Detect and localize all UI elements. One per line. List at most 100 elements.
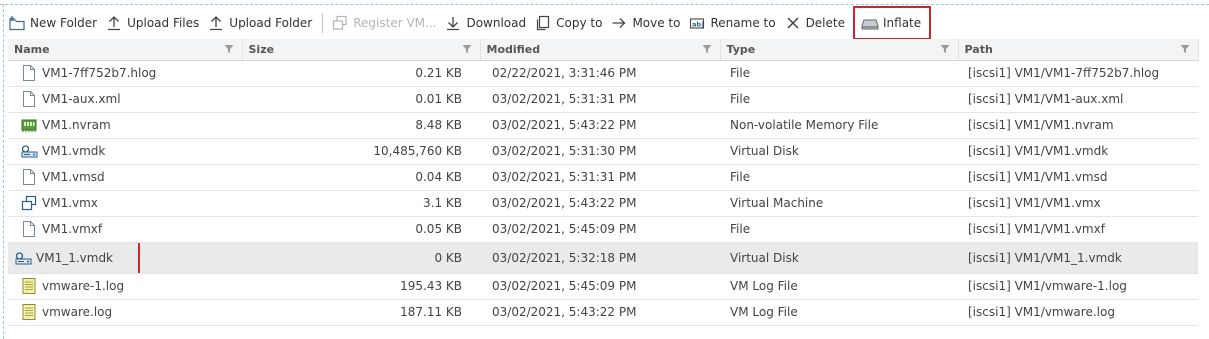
file-name-cell[interactable]: VM1.nvram xyxy=(14,116,236,134)
file-icon xyxy=(20,90,38,108)
cell-path: [iscsi1] VM1/VM1.vmsd xyxy=(958,164,1198,191)
file-name: vmware.log xyxy=(42,305,113,319)
column-header-label: Size xyxy=(248,42,275,56)
inflate-label: Inflate xyxy=(883,16,922,30)
cell-name[interactable]: VM1.vmsd xyxy=(8,164,242,191)
file-name-cell[interactable]: vmware-1.log xyxy=(14,277,236,295)
file-name: VM1-aux.xml xyxy=(42,92,121,106)
new-folder-button[interactable]: New Folder xyxy=(6,10,103,36)
cell-modified: 03/02/2021, 5:45:09 PM xyxy=(480,216,720,243)
cell-path: [iscsi1] VM1/VM1.vmdk xyxy=(958,138,1198,165)
register-vm-icon xyxy=(331,14,349,32)
cell-name[interactable]: VM1-aux.xml xyxy=(8,86,242,113)
column-header-label: Type xyxy=(726,42,756,56)
column-header-type[interactable]: Type xyxy=(720,39,959,61)
copy-to-label: Copy to xyxy=(556,16,603,30)
filter-icon[interactable] xyxy=(224,44,234,54)
move-to-label: Move to xyxy=(632,16,681,30)
filter-icon[interactable] xyxy=(1180,44,1190,54)
svg-text:ab|: ab| xyxy=(692,21,703,30)
file-name: VM1.vmx xyxy=(42,196,98,210)
file-name-cell[interactable]: VM1-7ff752b7.hlog xyxy=(14,64,236,82)
cell-name[interactable]: VM1-7ff752b7.hlog xyxy=(8,60,242,87)
cell-name[interactable]: VM1.vmxf xyxy=(8,216,242,243)
column-header-label: Name xyxy=(14,42,50,56)
column-header-path[interactable]: Path xyxy=(958,39,1199,61)
frame-dashed-left xyxy=(3,4,4,339)
filter-icon[interactable] xyxy=(940,44,950,54)
column-header-label: Path xyxy=(964,42,993,56)
file-name-cell[interactable]: vmware.log xyxy=(14,303,236,321)
cell-name[interactable]: VM1.vmx xyxy=(8,190,242,217)
cell-type: File xyxy=(720,216,958,243)
table-row[interactable]: VM1-aux.xml 0.01 KB 03/02/2021, 5:31:31 PM… xyxy=(8,86,1198,113)
file-table: Name Size Modified Type Path VM1-7ff752b… xyxy=(8,39,1199,326)
cell-type: VM Log File xyxy=(720,299,958,326)
nvram-icon xyxy=(20,116,38,134)
table-row[interactable]: vmware-1.log 195.43 KB 03/02/2021, 5:45:09… xyxy=(8,273,1198,300)
cell-name[interactable]: vmware-1.log xyxy=(8,273,242,300)
register-vm-button[interactable]: Register VM... xyxy=(329,10,442,36)
cell-modified: 03/02/2021, 5:43:22 PM xyxy=(480,112,720,139)
cell-name[interactable]: vmware.log xyxy=(8,299,242,326)
cell-name[interactable]: VM1.vmdk xyxy=(8,138,242,165)
cell-modified: 03/02/2021, 5:32:18 PM xyxy=(480,242,720,274)
register-vm-label: Register VM... xyxy=(353,16,437,30)
rename-to-button[interactable]: ab| Rename to xyxy=(686,10,781,36)
inflate-button[interactable]: Inflate xyxy=(852,6,932,40)
upload-folder-button[interactable]: Upload Folder xyxy=(205,10,318,36)
copy-icon xyxy=(534,14,552,32)
upload-icon xyxy=(207,14,225,32)
upload-files-button[interactable]: Upload Files xyxy=(103,10,205,36)
table-row[interactable]: VM1.vmsd 0.04 KB 03/02/2021, 5:31:31 PM Fil… xyxy=(8,164,1198,191)
move-to-button[interactable]: Move to xyxy=(608,10,686,36)
file-name: vmware-1.log xyxy=(42,279,125,293)
frame-dashed-top xyxy=(0,4,1209,5)
table-row[interactable]: VM1-7ff752b7.hlog 0.21 KB 02/22/2021, 3:31… xyxy=(8,60,1198,87)
cell-modified: 03/02/2021, 5:45:09 PM xyxy=(480,273,720,300)
table-row[interactable]: VM1.nvram 8.48 KB 03/02/2021, 5:43:22 PM No… xyxy=(8,112,1198,139)
file-name-cell[interactable]: VM1.vmdk xyxy=(14,142,236,160)
cell-size: 187.11 KB xyxy=(242,299,480,326)
file-icon xyxy=(20,64,38,82)
cell-modified: 03/02/2021, 5:31:31 PM xyxy=(480,86,720,113)
file-icon xyxy=(20,220,38,238)
table-row[interactable]: VM1.vmxf 0.05 KB 03/02/2021, 5:45:09 PM Fil… xyxy=(8,216,1198,243)
table-row[interactable]: VM1.vmx 3.1 KB 03/02/2021, 5:43:22 PM Virtu… xyxy=(8,190,1198,217)
download-label: Download xyxy=(466,16,527,30)
cell-path: [iscsi1] VM1/vmware.log xyxy=(958,299,1198,326)
cell-modified: 03/02/2021, 5:43:22 PM xyxy=(480,299,720,326)
cell-modified: 03/02/2021, 5:31:31 PM xyxy=(480,164,720,191)
table-header-row: Name Size Modified Type Path xyxy=(8,39,1199,61)
table-row[interactable]: VM1.vmdk 10,485,760 KB 03/02/2021, 5:31:30… xyxy=(8,138,1198,165)
delete-button[interactable]: Delete xyxy=(782,10,851,36)
column-header-size[interactable]: Size xyxy=(242,39,481,61)
filter-icon[interactable] xyxy=(462,44,472,54)
upload-folder-label: Upload Folder xyxy=(229,16,313,30)
cell-path: [iscsi1] VM1/VM1.vmx xyxy=(958,190,1198,217)
log-file-icon xyxy=(20,277,38,295)
column-header-name[interactable]: Name xyxy=(8,39,243,61)
filter-icon[interactable] xyxy=(702,44,712,54)
copy-to-button[interactable]: Copy to xyxy=(532,10,608,36)
delete-label: Delete xyxy=(805,16,845,30)
log-file-icon xyxy=(20,303,38,321)
upload-icon xyxy=(105,14,123,32)
table-row[interactable]: VM1_1.vmdk 0 KB 03/02/2021, 5:32:18 PM Virt… xyxy=(8,242,1198,274)
cell-size: 0 KB xyxy=(242,242,480,274)
cell-type: Virtual Machine xyxy=(720,190,958,217)
column-header-modified[interactable]: Modified xyxy=(480,39,721,61)
cell-path: [iscsi1] VM1/VM1.nvram xyxy=(958,112,1198,139)
cell-size: 0.01 KB xyxy=(242,86,480,113)
download-button[interactable]: Download xyxy=(442,10,532,36)
cell-name[interactable]: VM1_1.vmdk xyxy=(8,242,242,274)
table-row[interactable]: vmware.log 187.11 KB 03/02/2021, 5:43:22 P… xyxy=(8,299,1198,326)
file-name-cell[interactable]: VM1_1.vmdk xyxy=(8,242,140,272)
cell-name[interactable]: VM1.nvram xyxy=(8,112,242,139)
file-name-cell[interactable]: VM1.vmsd xyxy=(14,168,236,186)
file-name-cell[interactable]: VM1.vmxf xyxy=(14,220,236,238)
file-name-cell[interactable]: VM1-aux.xml xyxy=(14,90,236,108)
file-name-cell[interactable]: VM1.vmx xyxy=(14,194,236,212)
file-name: VM1.vmsd xyxy=(42,170,105,184)
cell-path: [iscsi1] VM1/VM1.vmxf xyxy=(958,216,1198,243)
